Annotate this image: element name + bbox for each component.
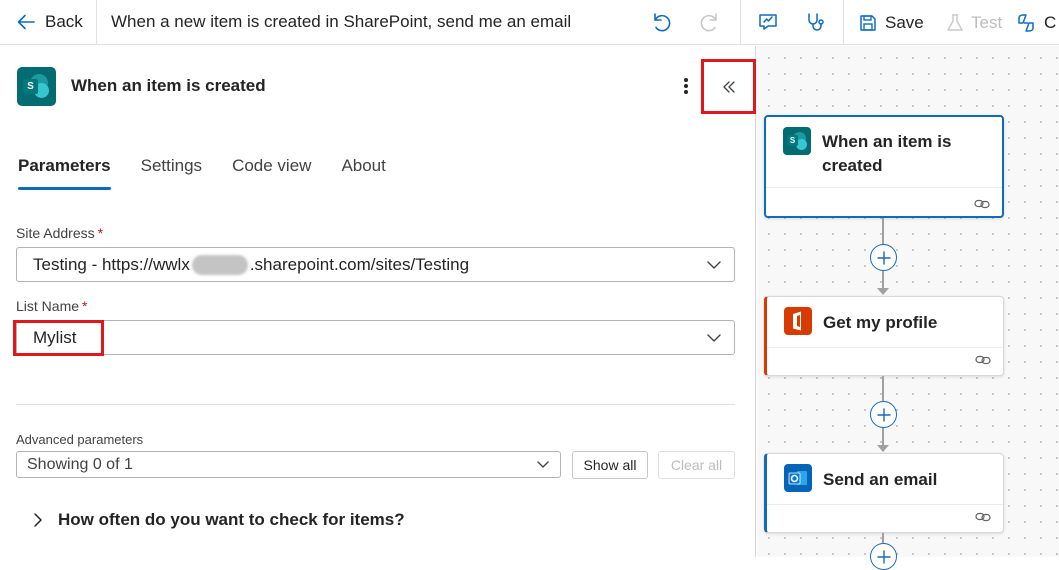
back-button[interactable]: Back bbox=[0, 0, 96, 45]
card-footer bbox=[767, 504, 1003, 505]
card-title: Send an email bbox=[823, 470, 938, 489]
required-marker: * bbox=[97, 225, 104, 241]
copilot-label: C bbox=[1044, 12, 1057, 32]
site-address-dropdown[interactable]: Testing - https://wwlx .sharepoint.com/si… bbox=[16, 247, 735, 282]
link-icon bbox=[975, 355, 991, 365]
site-address-label-text: Site Address bbox=[16, 225, 95, 241]
redo-button[interactable] bbox=[698, 10, 722, 34]
chevron-down-icon bbox=[707, 261, 721, 269]
flow-card-get-my-profile[interactable]: Get my profile bbox=[764, 296, 1004, 376]
undo-icon bbox=[654, 13, 671, 32]
connector-line bbox=[882, 533, 884, 543]
sharepoint-icon: S bbox=[17, 67, 56, 106]
back-label: Back bbox=[45, 12, 83, 31]
site-address-value-prefix: Testing - https://wwlx bbox=[33, 254, 190, 274]
tab-code-view[interactable]: Code view bbox=[232, 156, 311, 190]
list-name-dropdown[interactable]: Mylist bbox=[16, 320, 735, 355]
link-icon bbox=[974, 199, 990, 209]
redaction-blur bbox=[191, 254, 248, 275]
connector-line bbox=[882, 428, 884, 445]
test-button[interactable]: Test bbox=[946, 0, 1002, 45]
copilot-button[interactable]: C bbox=[1015, 0, 1056, 45]
divider bbox=[843, 0, 844, 45]
test-label: Test bbox=[971, 12, 1003, 32]
card-footer bbox=[766, 187, 1002, 188]
save-icon bbox=[860, 14, 876, 31]
tab-settings[interactable]: Settings bbox=[141, 156, 202, 190]
site-address-label: Site Address * bbox=[16, 225, 103, 241]
flow-checker-button[interactable] bbox=[756, 10, 780, 34]
chevron-right-icon bbox=[34, 513, 42, 527]
clear-all-button[interactable]: Clear all bbox=[658, 451, 735, 479]
plus-icon bbox=[876, 250, 891, 265]
office365-icon bbox=[784, 307, 812, 335]
outlook-icon bbox=[784, 464, 812, 492]
undo-button[interactable] bbox=[649, 10, 673, 34]
copilot-icon bbox=[1018, 13, 1034, 32]
chevron-double-left-icon bbox=[722, 80, 735, 93]
card-title: When an item is created bbox=[822, 132, 952, 175]
flow-title[interactable]: When a new item is created in SharePoint… bbox=[111, 12, 631, 32]
list-name-label-text: List Name bbox=[16, 298, 80, 314]
collapse-panel-button[interactable] bbox=[701, 59, 756, 114]
connector-arrow bbox=[877, 445, 889, 452]
connector-line bbox=[882, 271, 884, 289]
polling-accordion-label: How often do you want to check for items… bbox=[58, 510, 405, 529]
list-name-label: List Name * bbox=[16, 298, 87, 314]
show-all-button[interactable]: Show all bbox=[572, 451, 648, 479]
divider bbox=[96, 0, 97, 45]
divider bbox=[16, 404, 735, 405]
flask-icon bbox=[947, 13, 963, 31]
link-icon bbox=[975, 512, 991, 522]
test-checker-button[interactable] bbox=[804, 10, 828, 34]
polling-accordion-header[interactable]: How often do you want to check for items… bbox=[32, 510, 405, 530]
panel-title[interactable]: When an item is created bbox=[71, 76, 266, 96]
card-title: Get my profile bbox=[823, 313, 938, 332]
advanced-parameters-label: Advanced parameters bbox=[16, 432, 144, 447]
insert-step-button[interactable] bbox=[870, 401, 897, 428]
connector-arrow bbox=[877, 288, 889, 295]
flow-card-trigger[interactable]: S When an item is created bbox=[764, 115, 1004, 218]
divider bbox=[740, 0, 741, 45]
site-address-value-suffix: .sharepoint.com/sites/Testing bbox=[249, 254, 470, 274]
arrow-left-icon bbox=[17, 14, 35, 30]
connector-line bbox=[882, 376, 884, 401]
required-marker: * bbox=[82, 298, 88, 314]
top-toolbar: Back When a new item is created in Share… bbox=[0, 0, 1059, 45]
save-label: Save bbox=[885, 12, 924, 32]
tab-parameters[interactable]: Parameters bbox=[18, 156, 111, 190]
stethoscope-icon bbox=[808, 13, 824, 31]
sharepoint-icon: S bbox=[783, 127, 811, 155]
insert-step-button[interactable] bbox=[870, 244, 897, 271]
chevron-down-icon bbox=[707, 334, 721, 342]
card-footer bbox=[767, 347, 1003, 348]
advanced-parameters-value: Showing 0 of 1 bbox=[27, 455, 133, 473]
plus-icon bbox=[876, 407, 891, 422]
flow-checker-icon bbox=[759, 14, 777, 30]
annotation-highlight-box bbox=[13, 320, 104, 356]
action-details-panel: S When an item is created Parameters Set… bbox=[0, 46, 756, 557]
flow-card-send-an-email[interactable]: Send an email bbox=[764, 453, 1004, 533]
chevron-down-icon bbox=[537, 461, 549, 468]
redo-icon bbox=[700, 13, 717, 32]
save-button[interactable]: Save bbox=[858, 0, 924, 45]
tab-list: Parameters Settings Code view About bbox=[18, 156, 416, 190]
tab-about[interactable]: About bbox=[341, 156, 385, 190]
connector-line bbox=[882, 218, 884, 244]
more-options-button[interactable] bbox=[676, 75, 696, 97]
advanced-parameters-dropdown[interactable]: Showing 0 of 1 bbox=[16, 451, 561, 478]
